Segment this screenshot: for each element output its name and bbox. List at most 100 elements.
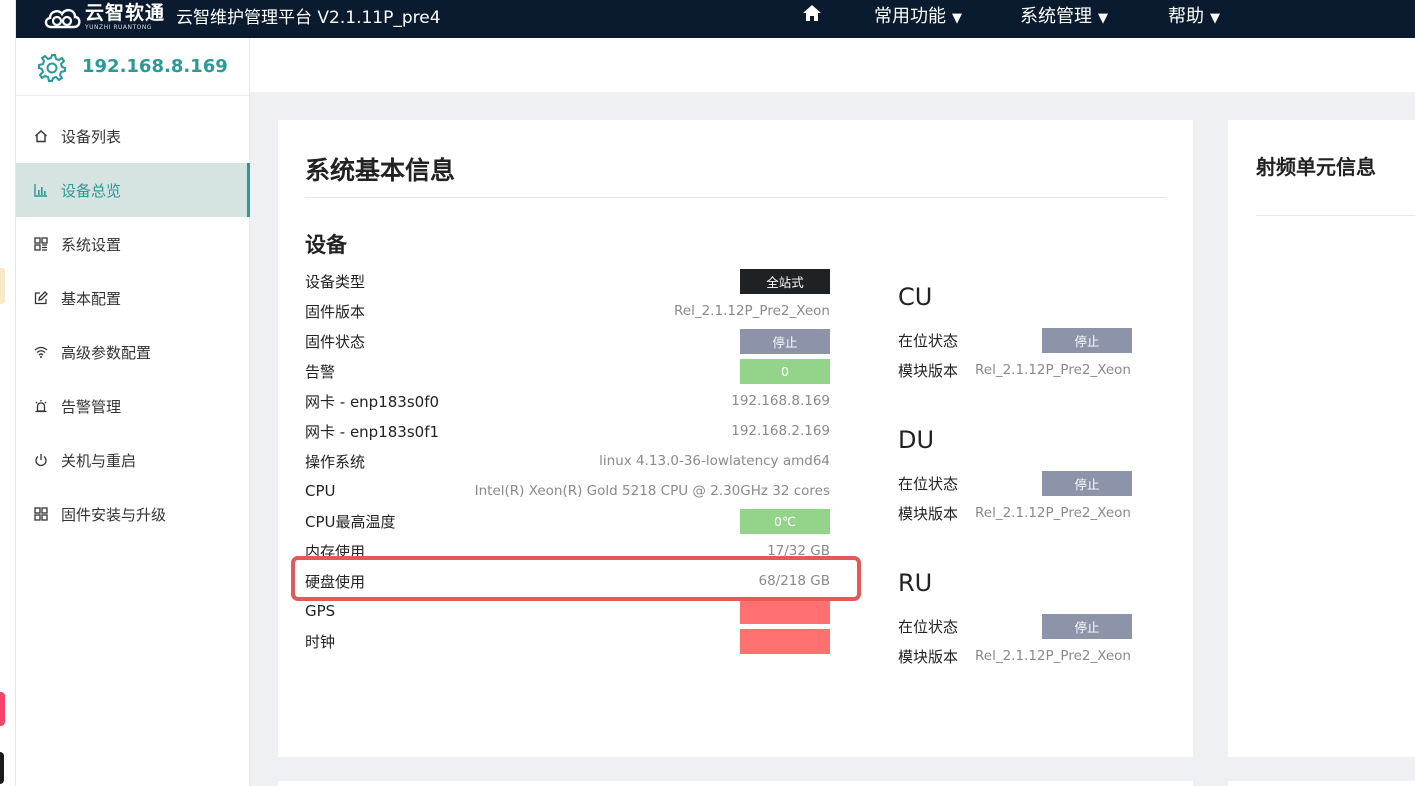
row-label: 模块版本	[898, 361, 959, 380]
app-title: 云智维护管理平台 V2.1.11P_pre4	[176, 8, 441, 28]
info-row-nic-f0: 网卡 - enp183s0f0 192.168.8.169	[305, 386, 830, 416]
sidebar-item-system-settings[interactable]: 系统设置	[16, 217, 249, 271]
caret-down-icon: ▼	[952, 11, 962, 26]
gps-status-badge	[740, 598, 830, 624]
info-row-cpu-temp: CPU最高温度 0℃	[305, 506, 830, 536]
unit-ru-status-row: 在位状态 停止	[898, 612, 1132, 640]
system-info-card: 系统基本信息 设备 设备类型 全站式 固件版本 Rel_2.1.12P_Pre2…	[278, 120, 1193, 757]
info-row-cpu: CPU Intel(R) Xeon(R) Gold 5218 CPU @ 2.3…	[305, 476, 830, 506]
row-label: 在位状态	[898, 474, 959, 493]
unit-cu-status-row: 在位状态 停止	[898, 326, 1132, 354]
device-section-title: 设备	[305, 233, 347, 257]
info-row-os: 操作系统 linux 4.13.0-36-lowlatency amd64	[305, 446, 830, 476]
home-button[interactable]	[801, 2, 823, 24]
info-row-clock: 时钟	[305, 626, 830, 656]
row-value: linux 4.13.0-36-lowlatency amd64	[599, 453, 830, 469]
bar-chart-icon	[34, 184, 47, 197]
row-value: Intel(R) Xeon(R) Gold 5218 CPU @ 2.30GHz…	[474, 483, 830, 499]
home-icon	[35, 130, 47, 143]
row-label: CPU最高温度	[305, 512, 396, 531]
sidebar-item-alarm-management[interactable]: 告警管理	[16, 379, 249, 433]
row-label: 设备类型	[305, 272, 366, 291]
info-row-firmware-version: 固件版本 Rel_2.1.12P_Pre2_Xeon	[305, 296, 830, 326]
row-label: 模块版本	[898, 647, 959, 666]
screen-edge	[0, 0, 16, 786]
status-badge: 停止	[1042, 613, 1132, 639]
brand-name: 云智软通	[85, 1, 166, 24]
unit-du-status-row: 在位状态 停止	[898, 469, 1132, 497]
row-value: 192.168.2.169	[731, 423, 830, 439]
row-value: 192.168.8.169	[731, 393, 830, 409]
sidebar-item-label: 关机与重启	[61, 451, 137, 470]
sidebar-item-basic-config[interactable]: 基本配置	[16, 271, 249, 325]
row-label: CPU	[305, 482, 336, 500]
nav-label: 帮助	[1168, 6, 1204, 27]
edit-icon	[34, 291, 48, 305]
row-label: 网卡 - enp183s0f0	[305, 392, 440, 411]
row-label: 固件版本	[305, 302, 366, 321]
brand-logo[interactable]: 云智软通 YUNZHI RUANTONG	[42, 2, 165, 32]
sidebar-item-label: 系统设置	[61, 235, 122, 254]
edge-marker	[0, 268, 5, 304]
sidebar-item-label: 基本配置	[61, 289, 122, 308]
caret-down-icon: ▼	[1098, 11, 1108, 26]
sidebar-item-label: 高级参数配置	[61, 343, 152, 362]
nav-common-functions[interactable]: 常用功能 ▼	[874, 2, 962, 28]
row-label: 时钟	[305, 632, 336, 651]
sidebar-item-firmware-upgrade[interactable]: 固件安装与升级	[16, 487, 249, 541]
grid-icon	[34, 237, 48, 251]
row-label: 网卡 - enp183s0f1	[305, 422, 440, 441]
unit-du-version-row: 模块版本 Rel_2.1.12P_Pre2_Xeon	[898, 499, 1132, 527]
status-badge: 停止	[1042, 327, 1132, 353]
home-icon	[803, 5, 821, 21]
brand-name-en: YUNZHI RUANTONG	[85, 23, 153, 31]
edge-marker	[0, 692, 5, 726]
divider	[305, 197, 1166, 198]
temperature-badge: 0℃	[740, 508, 830, 534]
nav-label: 常用功能	[874, 6, 946, 27]
sidebar-item-device-overview[interactable]: 设备总览	[16, 163, 250, 217]
unit-title-cu: CU	[898, 283, 933, 311]
disk-usage-highlight-box	[291, 556, 861, 601]
row-label: 操作系统	[305, 452, 366, 471]
row-value: Rel_2.1.12P_Pre2_Xeon	[975, 648, 1131, 664]
sidebar-item-shutdown-restart[interactable]: 关机与重启	[16, 433, 249, 487]
nav-label: 系统管理	[1020, 6, 1092, 27]
info-row-device-type: 设备类型 全站式	[305, 266, 830, 296]
row-value: Rel_2.1.12P_Pre2_Xeon	[674, 303, 830, 319]
settings-gear-icon	[38, 53, 66, 82]
power-icon	[35, 454, 47, 467]
row-label: 固件状态	[305, 332, 366, 351]
caret-down-icon: ▼	[1210, 11, 1220, 26]
content-header	[250, 38, 1415, 92]
sidebar-item-label: 设备列表	[61, 127, 122, 146]
card-title: 系统基本信息	[305, 156, 456, 185]
unit-title-du: DU	[898, 426, 935, 454]
unit-title-ru: RU	[898, 569, 933, 597]
status-badge: 停止	[1042, 470, 1132, 496]
sidebar-item-label: 设备总览	[61, 181, 122, 200]
sidebar-item-device-list[interactable]: 设备列表	[16, 109, 249, 163]
status-badge: 全站式	[740, 268, 830, 294]
top-navbar: 云智软通 YUNZHI RUANTONG 云智维护管理平台 V2.1.11P_p…	[16, 0, 1415, 38]
row-label: 在位状态	[898, 617, 959, 636]
info-row-alarm: 告警 0	[305, 356, 830, 386]
next-card-edge	[278, 781, 1193, 786]
device-ip: 192.168.8.169	[82, 56, 228, 77]
sidebar-item-label: 固件安装与升级	[61, 505, 167, 524]
rf-unit-card: 射频单元信息	[1228, 120, 1415, 757]
alarm-count-badge: 0	[740, 358, 830, 384]
wifi-icon	[34, 346, 48, 358]
apps-icon	[34, 507, 48, 521]
nav-help[interactable]: 帮助 ▼	[1168, 2, 1220, 28]
unit-ru-version-row: 模块版本 Rel_2.1.12P_Pre2_Xeon	[898, 642, 1132, 670]
nav-system-management[interactable]: 系统管理 ▼	[1020, 2, 1108, 28]
sidebar-item-advanced-config[interactable]: 高级参数配置	[16, 325, 249, 379]
clock-status-badge	[740, 628, 830, 654]
info-row-firmware-status: 固件状态 停止	[305, 326, 830, 356]
edge-marker	[0, 752, 4, 784]
row-value: Rel_2.1.12P_Pre2_Xeon	[975, 505, 1131, 521]
rf-card-title: 射频单元信息	[1256, 155, 1376, 179]
row-label: 模块版本	[898, 504, 959, 523]
cloud-logo-icon	[44, 9, 81, 29]
